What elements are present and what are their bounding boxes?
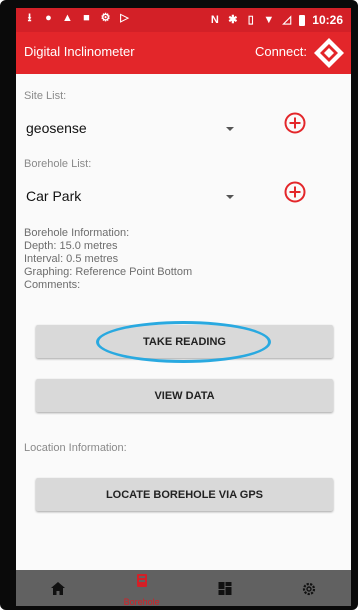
- site-list-label: Site List:: [24, 90, 67, 102]
- borehole-depth: Depth: 15.0 metres: [24, 240, 118, 252]
- status-bar: ⭳ ● ▲ ■ ⚙ ▷ N ✱ ▯ ▼ ◿ 10:26: [16, 8, 351, 32]
- borehole-interval: Interval: 0.5 metres: [24, 253, 119, 265]
- nfc-icon: N: [210, 13, 219, 26]
- borehole-graphing: Graphing: Reference Point Bottom: [24, 266, 193, 278]
- wifi-icon: ▼: [263, 13, 275, 26]
- app-title: Digital Inclinometer: [24, 44, 135, 59]
- download-icon: ⭳: [27, 12, 32, 24]
- nav-borehole[interactable]: Borehole: [100, 570, 184, 607]
- no-signal-icon: ◿: [282, 13, 292, 26]
- alert-icon: ▲: [62, 12, 73, 24]
- status-time: 10:26: [312, 13, 343, 27]
- status-right-icons: N ✱ ▯ ▼ ◿ 10:26: [209, 13, 343, 27]
- chevron-down-icon: [226, 127, 234, 131]
- borehole-list-value: Car Park: [26, 188, 82, 204]
- connect-label: Connect:: [254, 44, 307, 59]
- device-frame: ⭳ ● ▲ ■ ⚙ ▷ N ✱ ▯ ▼ ◿ 10:26 Digital Incl…: [0, 0, 358, 610]
- image-icon: ■: [83, 12, 90, 24]
- play-store-icon: ▷: [120, 12, 129, 24]
- nav-home[interactable]: [16, 570, 100, 606]
- settings-icon: [303, 582, 316, 596]
- app-bar: Digital Inclinometer Connect:: [16, 32, 351, 74]
- borehole-icon: [136, 574, 147, 587]
- settings-sync-icon: ⚙: [100, 12, 111, 24]
- borehole-comments: Comments:: [24, 279, 81, 291]
- site-list-value: geosense: [26, 120, 87, 136]
- connect-device-icon[interactable]: [313, 37, 345, 69]
- dashboard-icon: [218, 582, 232, 595]
- locate-borehole-gps-button[interactable]: LOCATE BOREHOLE VIA GPS: [36, 478, 333, 511]
- view-data-button[interactable]: VIEW DATA: [36, 379, 333, 412]
- bluetooth-icon: ✱: [228, 13, 238, 26]
- nav-settings[interactable]: [267, 570, 351, 606]
- phone-screen: ⭳ ● ▲ ■ ⚙ ▷ N ✱ ▯ ▼ ◿ 10:26 Digital Incl…: [16, 8, 351, 607]
- battery-icon: [299, 14, 306, 26]
- status-left-icons: ⭳ ● ▲ ■ ⚙ ▷: [24, 13, 130, 24]
- borehole-info: Borehole Information: Depth: 15.0 metres…: [24, 227, 192, 292]
- location-info-label: Location Information:: [24, 442, 127, 454]
- vibrate-icon: ▯: [247, 13, 254, 26]
- chevron-down-icon: [226, 195, 234, 199]
- record-icon: ●: [45, 12, 52, 24]
- borehole-list-label: Borehole List:: [24, 158, 92, 170]
- home-icon: [50, 582, 65, 595]
- add-borehole-icon[interactable]: [284, 181, 306, 203]
- nav-borehole-label: Borehole: [123, 597, 160, 607]
- nav-dashboard[interactable]: [184, 570, 268, 606]
- bottom-navigation: Borehole: [16, 570, 351, 607]
- add-site-icon[interactable]: [284, 112, 306, 134]
- borehole-info-heading: Borehole Information:: [24, 227, 130, 239]
- take-reading-button[interactable]: TAKE READING: [36, 325, 333, 358]
